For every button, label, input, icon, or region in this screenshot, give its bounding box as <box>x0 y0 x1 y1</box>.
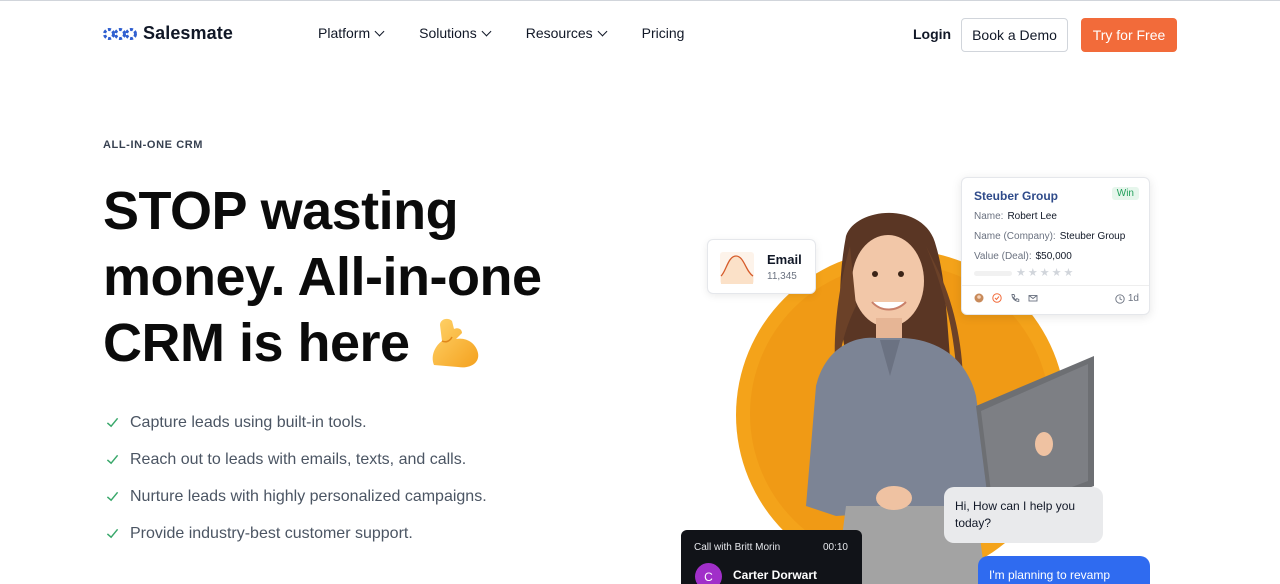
feature-list: Capture leads using built-in tools. Reac… <box>106 404 487 552</box>
nav-pricing-label: Pricing <box>641 25 685 41</box>
avatar-icon <box>974 293 984 303</box>
deal-company-label: Name (Company): <box>974 231 1056 242</box>
chevron-down-icon <box>481 26 492 36</box>
main-nav: Platform Solutions Resources Pricing <box>318 25 720 41</box>
deal-status-badge: Win <box>1111 187 1139 200</box>
deal-title: Steuber Group <box>974 189 1059 203</box>
feature-item: Reach out to leads with emails, texts, a… <box>106 441 487 478</box>
email-card-title: Email <box>767 252 802 267</box>
deal-actions <box>974 293 1038 303</box>
nav-platform-label: Platform <box>318 25 371 41</box>
nav-resources[interactable]: Resources <box>525 25 608 41</box>
call-timer: 00:10 <box>822 542 848 553</box>
deal-company-row: Name (Company): Steuber Group <box>974 231 1125 242</box>
headline-line-2: money. All-in-one <box>103 247 542 307</box>
star-icon: ★ <box>1016 267 1026 279</box>
nav-solutions[interactable]: Solutions <box>419 25 492 41</box>
chat-bubble-user: I'm planning to revamp <box>978 556 1150 584</box>
hero-eyebrow: ALL-IN-ONE CRM <box>103 139 204 151</box>
deal-name-row: Name: Robert Lee <box>974 211 1057 222</box>
deal-name-value: Robert Lee <box>1007 211 1057 222</box>
feature-text: Reach out to leads with emails, texts, a… <box>130 450 467 468</box>
site-header: Salesmate Platform Solutions Resources P… <box>0 1 1280 67</box>
call-card: Call with Britt Morin 00:10 C Carter Dor… <box>681 530 862 584</box>
call-contact-name: Carter Dorwart <box>733 568 818 582</box>
deal-value-label: Value (Deal): <box>974 251 1032 262</box>
check-icon <box>106 417 119 428</box>
star-icon: ★ <box>1051 267 1062 279</box>
deal-company-value: Steuber Group <box>1059 231 1126 242</box>
headline-line-3: CRM is here <box>103 313 410 373</box>
clock-icon <box>1115 293 1125 304</box>
star-icon: ★ <box>1063 267 1074 279</box>
rating-bar <box>974 271 1012 276</box>
email-stat-card: Email 11,345 <box>707 239 816 294</box>
book-demo-button[interactable]: Book a Demo <box>961 18 1068 52</box>
check-icon <box>106 454 119 465</box>
star-icon: ★ <box>1027 267 1038 279</box>
deal-value-value: $50,000 <box>1035 251 1072 262</box>
deal-value-row: Value (Deal): $50,000 <box>974 251 1072 262</box>
logo[interactable]: Salesmate <box>103 23 233 44</box>
feature-text: Capture leads using built-in tools. <box>130 413 367 431</box>
task-check-icon <box>992 293 1002 303</box>
feature-item: Nurture leads with highly personalized c… <box>106 478 487 515</box>
hero-visual: Email 11,345 Steuber Group Win Name: Robe… <box>680 170 1180 584</box>
mail-icon <box>1028 295 1038 302</box>
hero-headline: STOP wasting money. All-in-one CRM is he… <box>103 178 663 376</box>
deal-time: 1d <box>1115 293 1139 304</box>
star-icon: ★ <box>1039 267 1050 279</box>
feature-item: Capture leads using built-in tools. <box>106 404 487 441</box>
chevron-down-icon <box>374 26 385 36</box>
headline-line-1: STOP wasting <box>103 181 459 241</box>
chat-bubble-agent: Hi, How can I help you today? <box>944 487 1103 543</box>
nav-pricing[interactable]: Pricing <box>642 25 685 41</box>
chevron-down-icon <box>597 26 608 36</box>
login-link[interactable]: Login <box>913 26 951 42</box>
flexed-biceps-icon <box>432 318 478 368</box>
feature-text: Nurture leads with highly personalized c… <box>130 487 487 505</box>
logo-text: Salesmate <box>143 23 233 43</box>
deal-rating: ★ ★ ★ ★ ★ <box>974 268 1073 279</box>
deal-time-value: 1d <box>1127 293 1139 304</box>
deal-name-label: Name: <box>974 211 1004 222</box>
feature-text: Provide industry-best customer support. <box>130 524 413 542</box>
nav-resources-label: Resources <box>525 25 593 41</box>
call-label: Call with Britt Morin <box>694 542 781 553</box>
nav-platform[interactable]: Platform <box>318 25 385 41</box>
check-icon <box>106 491 119 502</box>
email-card-count: 11,345 <box>767 271 797 282</box>
feature-item: Provide industry-best customer support. <box>106 515 487 552</box>
try-for-free-button[interactable]: Try for Free <box>1081 18 1177 52</box>
deal-card-divider <box>962 285 1149 286</box>
phone-icon <box>1011 294 1020 302</box>
nav-solutions-label: Solutions <box>419 25 477 41</box>
avatar: C <box>695 563 722 584</box>
check-icon <box>106 528 119 539</box>
deal-card: Steuber Group Win Name: Robert Lee Name (… <box>961 177 1150 315</box>
email-trend-graph-icon <box>720 252 754 284</box>
salesmate-logo-icon <box>103 27 137 40</box>
